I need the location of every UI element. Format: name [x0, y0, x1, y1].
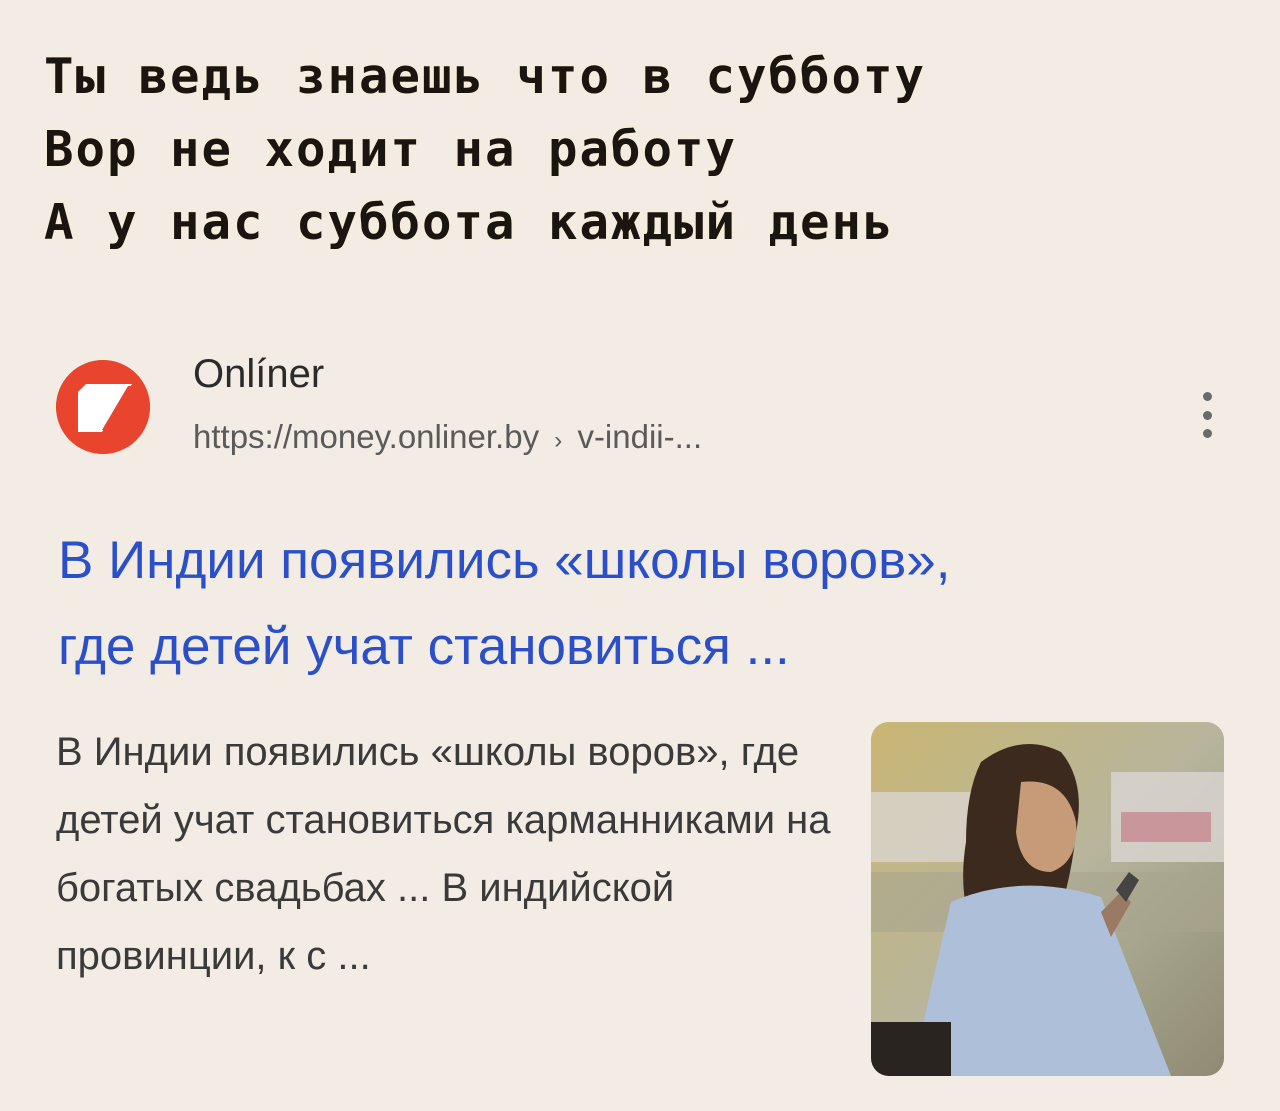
- result-snippet: В Индии появились «школы воров», где дет…: [56, 730, 831, 978]
- more-dot-icon: [1202, 429, 1212, 438]
- result-title-link[interactable]: В Индии появились «школы воров», где дет…: [58, 518, 1258, 690]
- woman-with-phone-photo: [871, 722, 1224, 1076]
- result-title-line-1: В Индии появились «школы воров»,: [58, 531, 951, 590]
- more-dot-icon: [1202, 392, 1212, 401]
- onliner-logo-icon[interactable]: [56, 360, 150, 454]
- result-title-line-2: где детей учат становиться ...: [58, 617, 790, 676]
- url-base: https://money.onliner.by: [193, 418, 540, 455]
- site-url[interactable]: https://money.onliner.by › v-indii-...: [193, 418, 702, 456]
- caption-line-1: Ты ведь знаешь что в субботу: [44, 48, 927, 105]
- url-separator: ›: [554, 427, 563, 454]
- caption-line-2: Вор не ходит на работу: [44, 121, 738, 178]
- result-thumbnail[interactable]: [871, 722, 1224, 1076]
- more-vertical-icon[interactable]: [1196, 392, 1218, 438]
- url-path: v-indii-...: [577, 418, 703, 455]
- site-name[interactable]: Onlíner: [193, 352, 324, 397]
- more-dot-icon: [1202, 410, 1212, 420]
- search-result-card: Onlíner https://money.onliner.by › v-ind…: [0, 330, 1280, 1111]
- caption-line-3: А у нас суббота каждый день: [44, 194, 895, 251]
- meme-caption: Ты ведь знаешь что в субботу Вор не ходи…: [44, 40, 1244, 259]
